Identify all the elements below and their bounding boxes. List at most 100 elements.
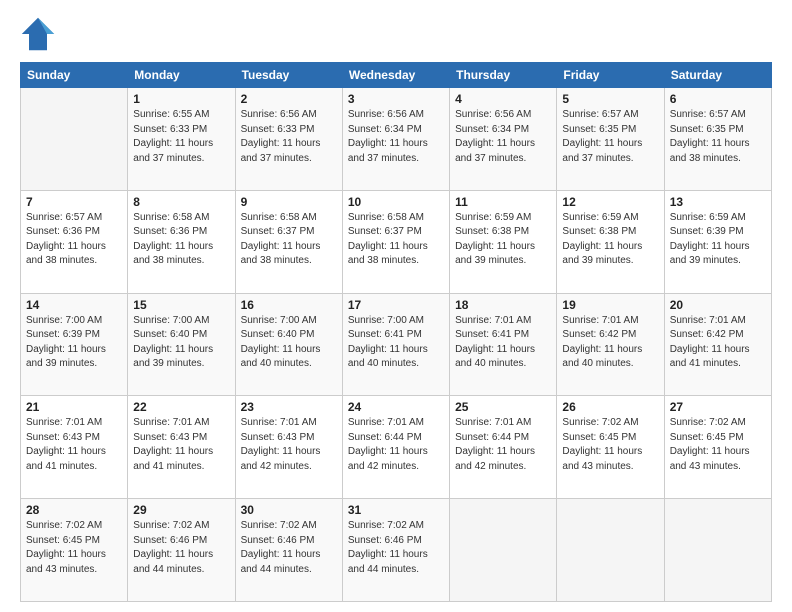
calendar-day-cell: 7 Sunrise: 6:57 AMSunset: 6:36 PMDaylight… bbox=[21, 190, 128, 293]
day-number: 1 bbox=[133, 92, 229, 106]
day-info: Sunrise: 6:58 AMSunset: 6:36 PMDaylight:… bbox=[133, 211, 229, 269]
day-number: 13 bbox=[670, 195, 766, 209]
day-number: 22 bbox=[133, 400, 229, 414]
day-info: Sunrise: 7:02 AMSunset: 6:46 PMDaylight:… bbox=[241, 519, 337, 577]
day-info: Sunrise: 7:02 AMSunset: 6:45 PMDaylight:… bbox=[670, 416, 766, 474]
day-number: 7 bbox=[26, 195, 122, 209]
day-number: 12 bbox=[562, 195, 658, 209]
weekday-header: Thursday bbox=[450, 63, 557, 88]
day-number: 5 bbox=[562, 92, 658, 106]
calendar-day-cell: 5 Sunrise: 6:57 AMSunset: 6:35 PMDaylight… bbox=[557, 88, 664, 191]
calendar-day-cell: 10 Sunrise: 6:58 AMSunset: 6:37 PMDayligh… bbox=[342, 190, 449, 293]
calendar-day-cell bbox=[557, 499, 664, 602]
day-number: 17 bbox=[348, 298, 444, 312]
calendar-day-cell: 29Sunrise: 7:02 AMSunset: 6:46 PMDayligh… bbox=[128, 499, 235, 602]
calendar-day-cell: 15 Sunrise: 7:00 AMSunset: 6:40 PMDayligh… bbox=[128, 293, 235, 396]
calendar-week-row: 14 Sunrise: 7:00 AMSunset: 6:39 PMDayligh… bbox=[21, 293, 772, 396]
day-info: Sunrise: 6:55 AMSunset: 6:33 PMDaylight:… bbox=[133, 108, 229, 166]
calendar-day-cell: 4 Sunrise: 6:56 AMSunset: 6:34 PMDaylight… bbox=[450, 88, 557, 191]
page: SundayMondayTuesdayWednesdayThursdayFrid… bbox=[0, 0, 792, 612]
header bbox=[20, 16, 772, 52]
day-info: Sunrise: 6:57 AMSunset: 6:36 PMDaylight:… bbox=[26, 211, 122, 269]
calendar-week-row: 7 Sunrise: 6:57 AMSunset: 6:36 PMDaylight… bbox=[21, 190, 772, 293]
calendar-day-cell: 27 Sunrise: 7:02 AMSunset: 6:45 PMDayligh… bbox=[664, 396, 771, 499]
day-info: Sunrise: 6:57 AMSunset: 6:35 PMDaylight:… bbox=[670, 108, 766, 166]
calendar-day-cell: 18Sunrise: 7:01 AMSunset: 6:41 PMDayligh… bbox=[450, 293, 557, 396]
day-info: Sunrise: 7:01 AMSunset: 6:44 PMDaylight:… bbox=[348, 416, 444, 474]
day-number: 23 bbox=[241, 400, 337, 414]
calendar-header-row: SundayMondayTuesdayWednesdayThursdayFrid… bbox=[21, 63, 772, 88]
calendar-day-cell: 20Sunrise: 7:01 AMSunset: 6:42 PMDayligh… bbox=[664, 293, 771, 396]
day-info: Sunrise: 7:00 AMSunset: 6:41 PMDaylight:… bbox=[348, 314, 444, 372]
logo-icon bbox=[20, 16, 56, 52]
calendar-day-cell: 6Sunrise: 6:57 AMSunset: 6:35 PMDaylight… bbox=[664, 88, 771, 191]
day-info: Sunrise: 7:02 AMSunset: 6:46 PMDaylight:… bbox=[348, 519, 444, 577]
day-info: Sunrise: 6:57 AMSunset: 6:35 PMDaylight:… bbox=[562, 108, 658, 166]
calendar-week-row: 1 Sunrise: 6:55 AMSunset: 6:33 PMDaylight… bbox=[21, 88, 772, 191]
calendar-day-cell: 2 Sunrise: 6:56 AMSunset: 6:33 PMDaylight… bbox=[235, 88, 342, 191]
calendar-day-cell bbox=[450, 499, 557, 602]
calendar-day-cell: 31Sunrise: 7:02 AMSunset: 6:46 PMDayligh… bbox=[342, 499, 449, 602]
weekday-header: Wednesday bbox=[342, 63, 449, 88]
day-number: 8 bbox=[133, 195, 229, 209]
day-number: 2 bbox=[241, 92, 337, 106]
day-number: 28 bbox=[26, 503, 122, 517]
calendar-day-cell: 8 Sunrise: 6:58 AMSunset: 6:36 PMDaylight… bbox=[128, 190, 235, 293]
day-info: Sunrise: 7:01 AMSunset: 6:43 PMDaylight:… bbox=[133, 416, 229, 474]
weekday-header: Monday bbox=[128, 63, 235, 88]
day-number: 19 bbox=[562, 298, 658, 312]
day-info: Sunrise: 6:59 AMSunset: 6:39 PMDaylight:… bbox=[670, 211, 766, 269]
day-number: 16 bbox=[241, 298, 337, 312]
calendar-day-cell: 28Sunrise: 7:02 AMSunset: 6:45 PMDayligh… bbox=[21, 499, 128, 602]
calendar-day-cell: 16 Sunrise: 7:00 AMSunset: 6:40 PMDayligh… bbox=[235, 293, 342, 396]
day-number: 18 bbox=[455, 298, 551, 312]
day-info: Sunrise: 7:02 AMSunset: 6:46 PMDaylight:… bbox=[133, 519, 229, 577]
calendar-day-cell bbox=[664, 499, 771, 602]
day-info: Sunrise: 7:00 AMSunset: 6:40 PMDaylight:… bbox=[133, 314, 229, 372]
day-info: Sunrise: 7:02 AMSunset: 6:45 PMDaylight:… bbox=[562, 416, 658, 474]
calendar-day-cell: 9 Sunrise: 6:58 AMSunset: 6:37 PMDaylight… bbox=[235, 190, 342, 293]
calendar-day-cell: 23Sunrise: 7:01 AMSunset: 6:43 PMDayligh… bbox=[235, 396, 342, 499]
day-number: 27 bbox=[670, 400, 766, 414]
calendar-table: SundayMondayTuesdayWednesdayThursdayFrid… bbox=[20, 62, 772, 602]
weekday-header: Tuesday bbox=[235, 63, 342, 88]
day-number: 3 bbox=[348, 92, 444, 106]
day-number: 21 bbox=[26, 400, 122, 414]
weekday-header: Saturday bbox=[664, 63, 771, 88]
day-info: Sunrise: 7:00 AMSunset: 6:39 PMDaylight:… bbox=[26, 314, 122, 372]
calendar-week-row: 28Sunrise: 7:02 AMSunset: 6:45 PMDayligh… bbox=[21, 499, 772, 602]
calendar-day-cell: 14 Sunrise: 7:00 AMSunset: 6:39 PMDayligh… bbox=[21, 293, 128, 396]
day-number: 9 bbox=[241, 195, 337, 209]
day-number: 15 bbox=[133, 298, 229, 312]
day-number: 25 bbox=[455, 400, 551, 414]
calendar-day-cell: 22 Sunrise: 7:01 AMSunset: 6:43 PMDayligh… bbox=[128, 396, 235, 499]
day-number: 10 bbox=[348, 195, 444, 209]
logo bbox=[20, 16, 60, 52]
day-info: Sunrise: 6:58 AMSunset: 6:37 PMDaylight:… bbox=[348, 211, 444, 269]
weekday-header: Friday bbox=[557, 63, 664, 88]
day-number: 20 bbox=[670, 298, 766, 312]
day-info: Sunrise: 6:56 AMSunset: 6:34 PMDaylight:… bbox=[455, 108, 551, 166]
calendar-day-cell: 25 Sunrise: 7:01 AMSunset: 6:44 PMDayligh… bbox=[450, 396, 557, 499]
day-info: Sunrise: 6:58 AMSunset: 6:37 PMDaylight:… bbox=[241, 211, 337, 269]
calendar-day-cell: 19Sunrise: 7:01 AMSunset: 6:42 PMDayligh… bbox=[557, 293, 664, 396]
day-info: Sunrise: 7:01 AMSunset: 6:43 PMDaylight:… bbox=[26, 416, 122, 474]
calendar-week-row: 21 Sunrise: 7:01 AMSunset: 6:43 PMDayligh… bbox=[21, 396, 772, 499]
calendar-day-cell: 11Sunrise: 6:59 AMSunset: 6:38 PMDayligh… bbox=[450, 190, 557, 293]
calendar-day-cell bbox=[21, 88, 128, 191]
day-info: Sunrise: 7:01 AMSunset: 6:44 PMDaylight:… bbox=[455, 416, 551, 474]
calendar-day-cell: 12Sunrise: 6:59 AMSunset: 6:38 PMDayligh… bbox=[557, 190, 664, 293]
calendar-day-cell: 17 Sunrise: 7:00 AMSunset: 6:41 PMDayligh… bbox=[342, 293, 449, 396]
day-info: Sunrise: 6:59 AMSunset: 6:38 PMDaylight:… bbox=[455, 211, 551, 269]
calendar-day-cell: 3Sunrise: 6:56 AMSunset: 6:34 PMDaylight… bbox=[342, 88, 449, 191]
day-number: 30 bbox=[241, 503, 337, 517]
day-info: Sunrise: 7:00 AMSunset: 6:40 PMDaylight:… bbox=[241, 314, 337, 372]
calendar-day-cell: 21 Sunrise: 7:01 AMSunset: 6:43 PMDayligh… bbox=[21, 396, 128, 499]
day-number: 14 bbox=[26, 298, 122, 312]
day-info: Sunrise: 6:56 AMSunset: 6:33 PMDaylight:… bbox=[241, 108, 337, 166]
weekday-header: Sunday bbox=[21, 63, 128, 88]
day-number: 4 bbox=[455, 92, 551, 106]
calendar-day-cell: 30 Sunrise: 7:02 AMSunset: 6:46 PMDayligh… bbox=[235, 499, 342, 602]
day-number: 26 bbox=[562, 400, 658, 414]
calendar-day-cell: 24Sunrise: 7:01 AMSunset: 6:44 PMDayligh… bbox=[342, 396, 449, 499]
